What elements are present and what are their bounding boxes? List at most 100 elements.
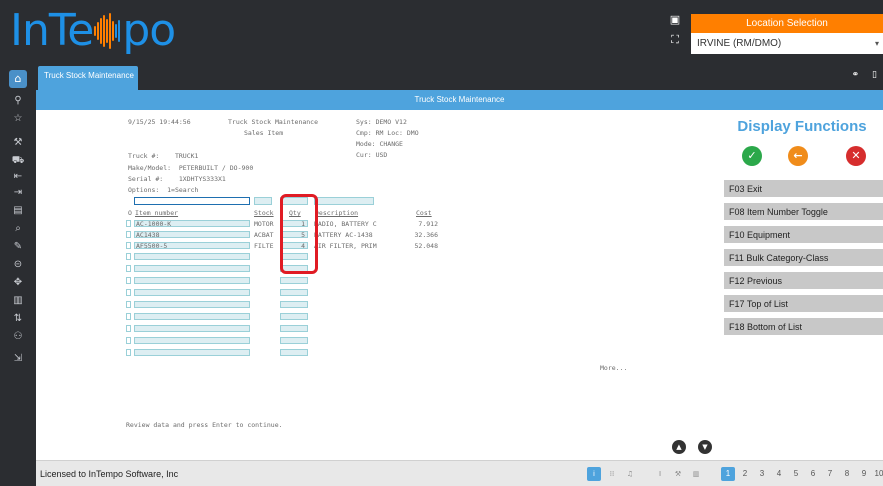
stock-value: MOTOR <box>254 220 274 228</box>
row-option-input[interactable] <box>126 301 131 308</box>
mode-info: Mode: CHANGE <box>356 140 403 148</box>
qty-field[interactable] <box>280 325 308 332</box>
f11-bulk-category-class-button[interactable]: F11 Bulk Category-Class <box>724 249 883 268</box>
item-number-field[interactable]: AF5500-5 <box>134 242 250 250</box>
item-number-field[interactable] <box>134 349 250 356</box>
page-4[interactable]: 4 <box>772 467 786 481</box>
qty-field[interactable] <box>280 349 308 356</box>
row-option-input[interactable] <box>126 265 131 272</box>
inspect-icon[interactable]: ⌕ <box>0 222 36 236</box>
f18-bottom-of-list-button[interactable]: F18 Bottom of List <box>724 318 883 337</box>
document-icon[interactable]: ▯ <box>872 70 877 80</box>
search-icon[interactable]: ⚲ <box>0 94 36 108</box>
close-icon[interactable]: ✕ <box>846 146 866 166</box>
link-icon[interactable]: ⚭ <box>852 70 860 80</box>
transfer-out-icon[interactable]: ⇥ <box>0 186 36 200</box>
stock-filter-input[interactable] <box>254 197 272 205</box>
item-number-field[interactable] <box>134 301 250 308</box>
item-number-field[interactable] <box>134 265 250 272</box>
window-icon[interactable]: ▣ <box>669 14 681 26</box>
description-value: BATTERY AC-1438 <box>314 231 373 239</box>
page-6[interactable]: 6 <box>806 467 820 481</box>
item-number-field[interactable] <box>134 289 250 296</box>
page-7[interactable]: 7 <box>823 467 837 481</box>
transfer-in-icon[interactable]: ⇤ <box>0 170 36 184</box>
page-up-button[interactable]: ▲ <box>672 440 686 454</box>
license-text: Licensed to InTempo Software, Inc <box>40 469 179 479</box>
page-3[interactable]: 3 <box>755 467 769 481</box>
grid-icon[interactable]: ⁞⁞ <box>605 467 619 481</box>
item-number-field[interactable] <box>134 337 250 344</box>
item-search-input[interactable] <box>134 197 250 205</box>
bell-icon[interactable]: ♫ <box>623 467 637 481</box>
page-2[interactable]: 2 <box>738 467 752 481</box>
qty-field[interactable] <box>280 289 308 296</box>
clipboard-icon[interactable]: ▤ <box>0 204 36 218</box>
row-option-input[interactable] <box>126 337 131 344</box>
page-9[interactable]: 9 <box>857 467 871 481</box>
back-arrow-icon[interactable]: ← <box>788 146 808 166</box>
terminal-screen: 9/15/25 19:44:56 Truck Stock Maintenance… <box>36 110 721 460</box>
col-header-item: Item number <box>135 209 179 217</box>
page-5[interactable]: 5 <box>789 467 803 481</box>
page-8[interactable]: 8 <box>840 467 854 481</box>
row-option-input[interactable] <box>126 313 131 320</box>
make-model: Make/Model: PETERBUILT / DO-900 <box>128 164 254 172</box>
item-number-field[interactable]: AC-1000-K <box>134 220 250 228</box>
item-number-field[interactable] <box>134 253 250 260</box>
lock-icon[interactable]: ⊝ <box>0 258 36 272</box>
left-sidebar: ⌂ ⚲ ☆ ⚒ ⛟ ⇤ ⇥ ▤ ⌕ ✎ ⊝ ✥ ▥ ⇅ ⚇ ⇲ <box>0 62 36 486</box>
star-icon[interactable]: ☆ <box>0 112 36 126</box>
cart-icon[interactable]: ⛟ <box>0 154 36 168</box>
barcode-icon[interactable]: ▥ <box>689 467 703 481</box>
row-option-input[interactable] <box>126 289 131 296</box>
item-number-field[interactable]: AC1438 <box>134 231 250 239</box>
col-header-o: O <box>128 209 132 217</box>
tab-truck-stock-maintenance[interactable]: Truck Stock Maintenance <box>38 66 138 90</box>
datetime: 9/15/25 19:44:56 <box>128 118 191 126</box>
check-icon[interactable]: ✓ <box>742 146 762 166</box>
qty-field[interactable] <box>280 313 308 320</box>
row-option-input[interactable] <box>126 231 131 238</box>
item-number-field[interactable] <box>134 313 250 320</box>
f17-top-of-list-button[interactable]: F17 Top of List <box>724 295 883 314</box>
location-dropdown[interactable]: IRVINE (RM/DMO) ▾ <box>691 33 883 54</box>
f12-previous-button[interactable]: F12 Previous <box>724 272 883 291</box>
qty-field[interactable] <box>280 277 308 284</box>
f10-equipment-button[interactable]: F10 Equipment <box>724 226 883 245</box>
home-icon[interactable]: ⌂ <box>9 70 27 88</box>
description-filter-input[interactable] <box>314 197 374 205</box>
text-cursor-icon[interactable]: I <box>653 467 667 481</box>
qty-field[interactable] <box>280 301 308 308</box>
row-option-input[interactable] <box>126 325 131 332</box>
qty-field[interactable] <box>280 337 308 344</box>
swap-icon[interactable]: ⇅ <box>0 312 36 326</box>
row-option-input[interactable] <box>126 242 131 249</box>
display-functions-title: Display Functions <box>737 118 867 135</box>
top-bar: InTe po ▣ ⛶ Location Selection IRVINE (R… <box>0 0 883 62</box>
page-down-button[interactable]: ▼ <box>698 440 712 454</box>
logout-icon[interactable]: ⇲ <box>0 352 36 366</box>
item-number-field[interactable] <box>134 277 250 284</box>
page-1[interactable]: 1 <box>721 467 735 481</box>
user-group-icon[interactable]: ⚇ <box>0 330 36 344</box>
tool-icon[interactable]: ✎ <box>0 240 36 254</box>
row-option-input[interactable] <box>126 220 131 227</box>
screen-title: Truck Stock Maintenance <box>228 118 319 126</box>
f03-exit-button[interactable]: F03 Exit <box>724 180 883 199</box>
move-icon[interactable]: ✥ <box>0 276 36 290</box>
row-option-input[interactable] <box>126 253 131 260</box>
serial-number: Serial #: 1XDHTYS333X1 <box>128 175 226 183</box>
delete-icon[interactable]: ▥ <box>0 294 36 308</box>
tools-icon[interactable]: ⚒ <box>671 467 685 481</box>
wrench-icon[interactable]: ⚒ <box>0 136 36 150</box>
row-option-input[interactable] <box>126 349 131 356</box>
info-icon[interactable]: i <box>587 467 601 481</box>
description-value: RADIO, BATTERY C <box>314 220 377 228</box>
item-number-field[interactable] <box>134 325 250 332</box>
options-text: Options: 1=Search <box>128 186 199 194</box>
fullscreen-icon[interactable]: ⛶ <box>669 34 681 46</box>
page-10[interactable]: 10 <box>872 467 883 481</box>
row-option-input[interactable] <box>126 277 131 284</box>
f08-item-number-toggle-button[interactable]: F08 Item Number Toggle <box>724 203 883 222</box>
